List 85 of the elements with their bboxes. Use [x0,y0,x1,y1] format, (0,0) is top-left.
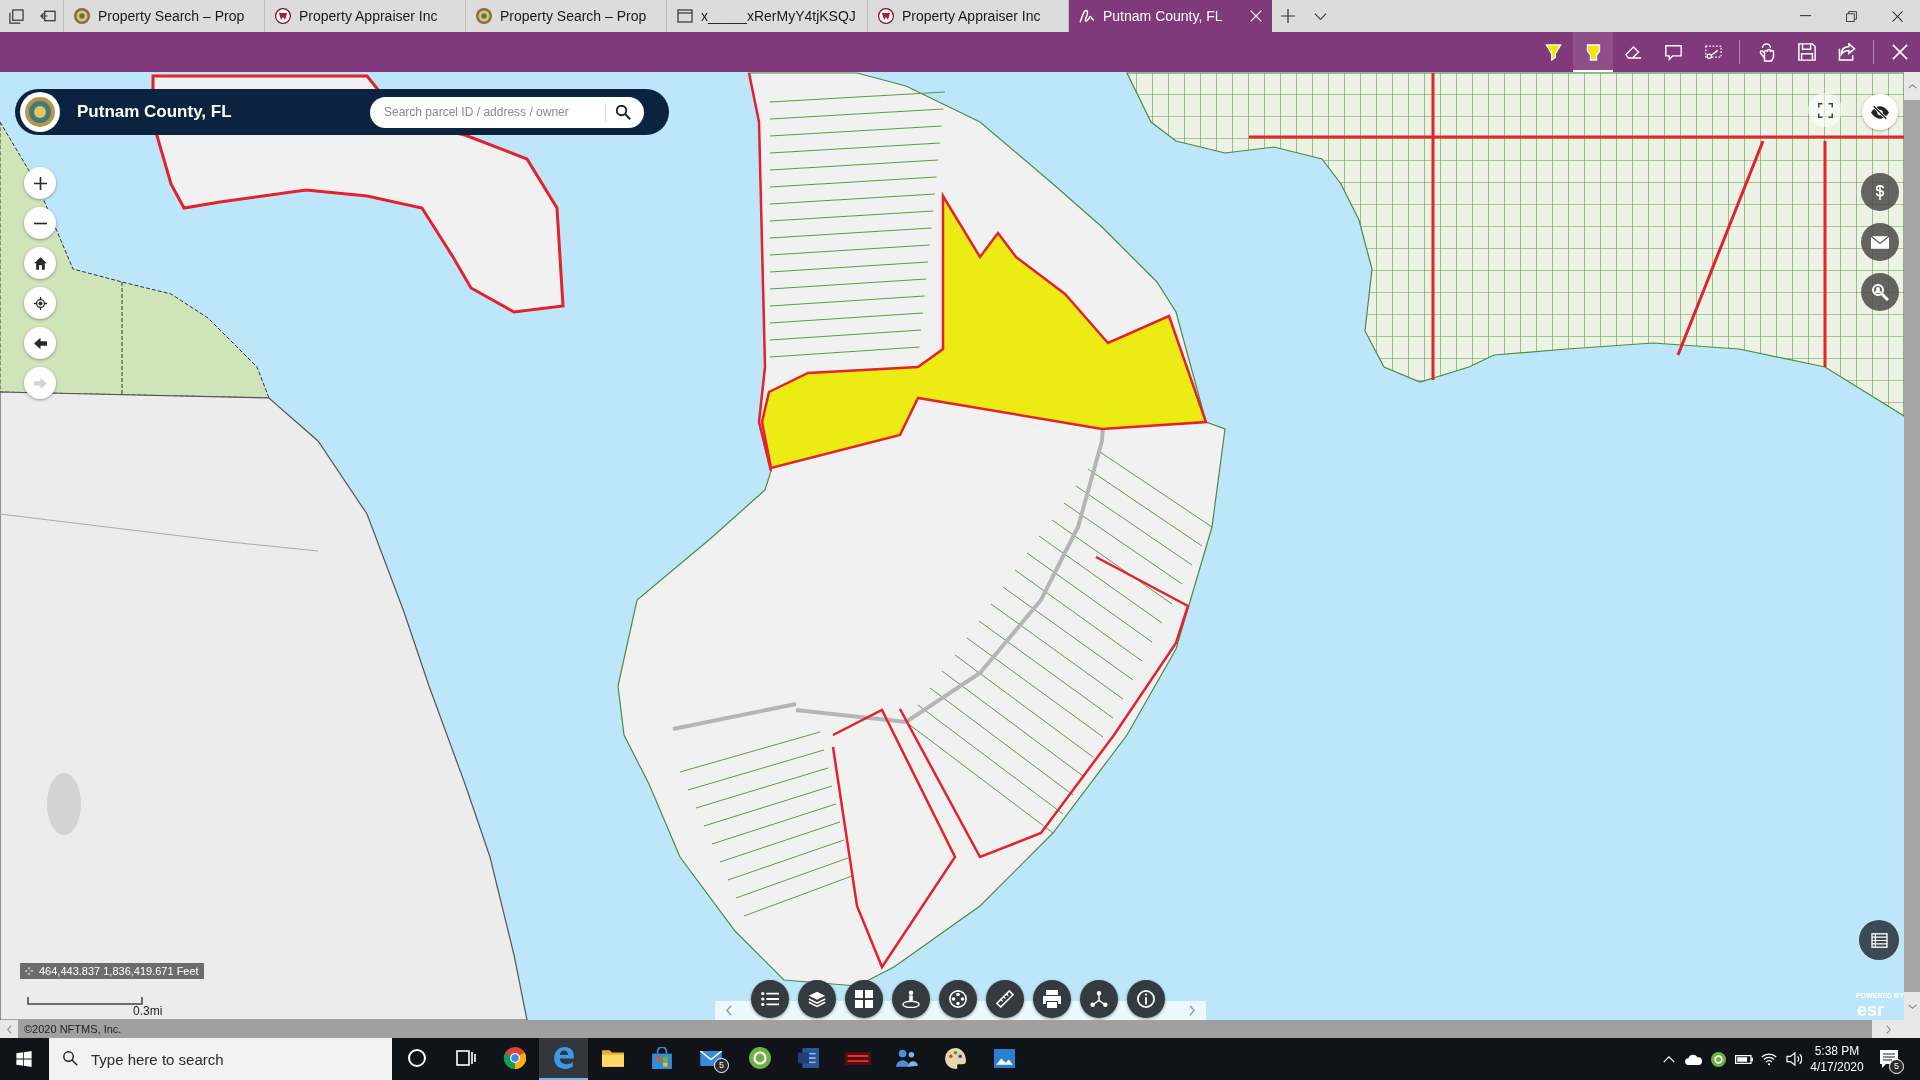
folder-icon[interactable] [601,1049,624,1067]
ruler-icon[interactable] [996,990,1014,1008]
minimize-icon[interactable] [1799,15,1811,17]
restore-icon[interactable] [1845,10,1857,22]
speaker-icon[interactable] [1785,1052,1802,1066]
joystick-icon[interactable] [902,990,920,1008]
save-icon[interactable] [1798,43,1816,61]
target-icon[interactable] [33,296,47,310]
hand-icon[interactable] [1758,42,1776,62]
round-app-icon[interactable] [1711,1051,1726,1067]
pen-icon[interactable] [1544,43,1562,61]
chevron-up-icon[interactable] [1662,1055,1675,1063]
search-field[interactable]: Type here to search [49,1038,392,1080]
home-icon[interactable] [33,256,47,270]
vertical-scrollbar[interactable] [1904,72,1920,1020]
banner-icon[interactable] [844,1051,871,1065]
fullscreen-button[interactable] [1808,93,1842,127]
dashed-selection-icon[interactable] [1704,43,1722,61]
caret-left-icon[interactable] [726,1005,732,1016]
nodes-icon[interactable] [1090,990,1108,1008]
people-icon[interactable] [895,1049,918,1067]
arrow-left-icon[interactable] [33,336,47,350]
horizontal-scrollbar[interactable] [0,1020,1920,1038]
highlighter-tool[interactable] [1573,32,1613,72]
caret-right-icon[interactable] [1885,1024,1891,1034]
window-stack-icon[interactable] [8,8,24,24]
picture-icon[interactable] [994,1048,1015,1068]
coordinates-text: 464,443.837 1,836,419.671 Feet [39,963,199,979]
caret-down-icon[interactable] [1907,1003,1917,1009]
seal-icon [476,8,492,24]
search-icon [63,1051,78,1066]
round-logo-icon[interactable] [503,1047,526,1069]
tab-arrow-icon[interactable] [39,10,56,22]
document-icon[interactable] [798,1048,819,1068]
caret-right-icon[interactable] [1189,1005,1195,1016]
round-badge-icon [878,8,894,24]
wifi-icon[interactable] [1760,1052,1777,1066]
plus-icon[interactable] [33,176,47,190]
layers-icon[interactable] [808,990,826,1008]
person-search-icon[interactable] [1871,283,1889,301]
search-icon[interactable] [616,104,631,120]
round-app-icon[interactable] [748,1047,771,1069]
caret-left-icon[interactable] [6,1024,12,1034]
seal-logo-icon [20,92,60,132]
notification-badge: 5 [1889,1059,1904,1074]
browser-tab[interactable]: Putnam County, FL [1069,0,1272,32]
battery-icon[interactable] [1734,1054,1753,1064]
info-icon[interactable] [1137,990,1155,1008]
fullscreen-icon[interactable] [1817,102,1833,118]
seal-icon [74,8,90,24]
envelope-icon[interactable] [1871,235,1889,249]
ring-icon[interactable] [407,1049,426,1067]
eraser-icon[interactable] [1624,43,1642,61]
round-badge-icon [275,8,291,24]
scribble-icon [1079,8,1095,24]
app-badge: 5 [714,1058,729,1073]
reel-icon[interactable] [949,990,967,1008]
grid-icon[interactable] [855,990,873,1008]
bullet-list-icon[interactable] [761,990,779,1008]
clock[interactable]: 5:38 PM 4/17/2020 [1806,1038,1868,1080]
window-panes-icon[interactable] [16,1051,32,1067]
task-view-icon[interactable] [455,1050,476,1066]
dollar-icon[interactable] [1875,183,1885,201]
share-icon[interactable] [1838,43,1856,61]
highlighter-icon[interactable] [1584,43,1602,61]
scale-label: 0.3mi [133,1004,163,1018]
window-icon [677,8,693,24]
taskbar-button[interactable]: 5 [686,1038,735,1080]
logo-wordmark: esr [1857,1001,1885,1019]
caret-up-icon[interactable] [1907,83,1917,89]
cloud-icon[interactable] [1685,1053,1702,1065]
speech-bubble-icon[interactable] [1664,43,1682,61]
attribution-text: ©2020 NFTMS, Inc. [24,1022,122,1036]
crosshair-icon [25,967,33,975]
printer-icon[interactable] [1043,990,1061,1008]
app-title: Putnam County, FL [77,101,233,124]
table-icon[interactable] [1870,932,1888,948]
shopping-bag-icon[interactable] [651,1047,672,1069]
palette-icon[interactable] [945,1047,966,1069]
close-icon[interactable] [1891,10,1903,22]
browser-icon[interactable] [553,1047,574,1069]
chevron-down-icon[interactable] [1313,12,1327,20]
eye-off-icon[interactable] [1871,104,1889,120]
search-field[interactable]: Search parcel ID / address / owner [370,96,644,128]
envelope-icon[interactable] [699,1050,722,1066]
